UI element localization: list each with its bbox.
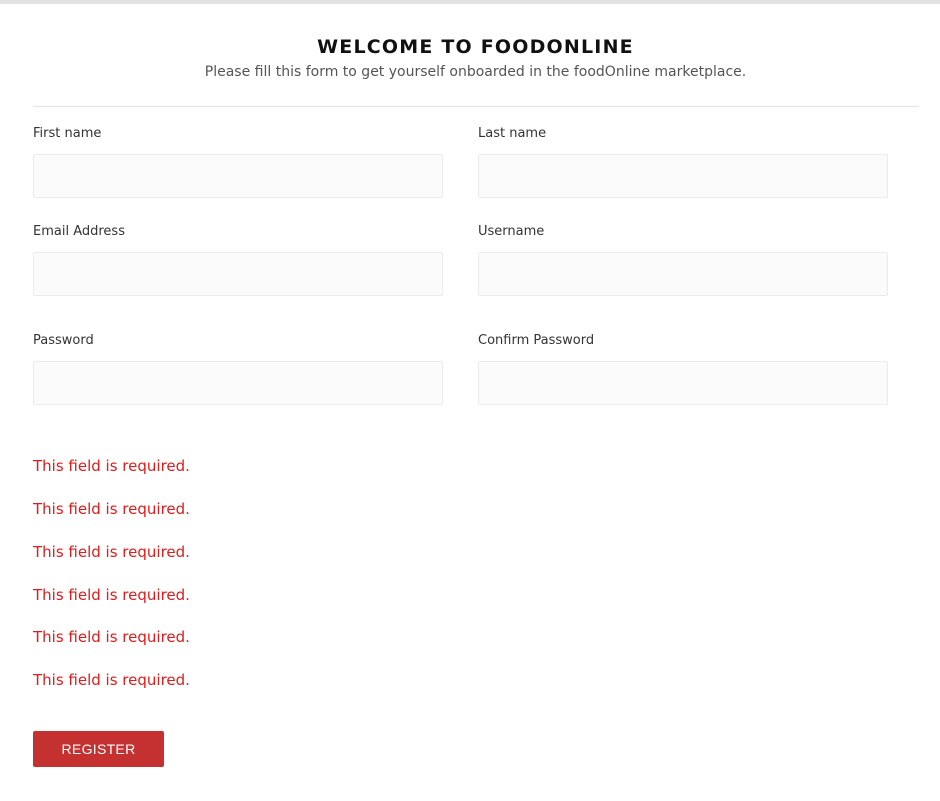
error-message: This field is required. — [33, 671, 190, 689]
last-name-input[interactable] — [478, 154, 888, 198]
confirm-password-label: Confirm Password — [478, 333, 595, 348]
error-message: This field is required. — [33, 457, 190, 475]
error-message: This field is required. — [33, 500, 190, 518]
first-name-input[interactable] — [33, 154, 443, 198]
username-input[interactable] — [478, 252, 888, 296]
password-label: Password — [33, 333, 94, 348]
confirm-password-input[interactable] — [478, 361, 888, 405]
last-name-label: Last name — [478, 126, 547, 141]
email-label: Email Address — [33, 224, 125, 239]
top-border — [0, 0, 940, 4]
username-label: Username — [478, 224, 545, 239]
first-name-label: First name — [33, 126, 102, 141]
email-input[interactable] — [33, 252, 443, 296]
register-button[interactable]: REGISTER — [33, 731, 164, 767]
page-subtitle: Please fill this form to get yourself on… — [204, 64, 747, 80]
error-message: This field is required. — [33, 628, 190, 646]
password-input[interactable] — [33, 361, 443, 405]
error-message: This field is required. — [33, 586, 190, 604]
error-message: This field is required. — [33, 543, 190, 561]
page-title: WELCOME TO FOODONLINE — [317, 36, 634, 58]
header-divider — [33, 106, 919, 107]
